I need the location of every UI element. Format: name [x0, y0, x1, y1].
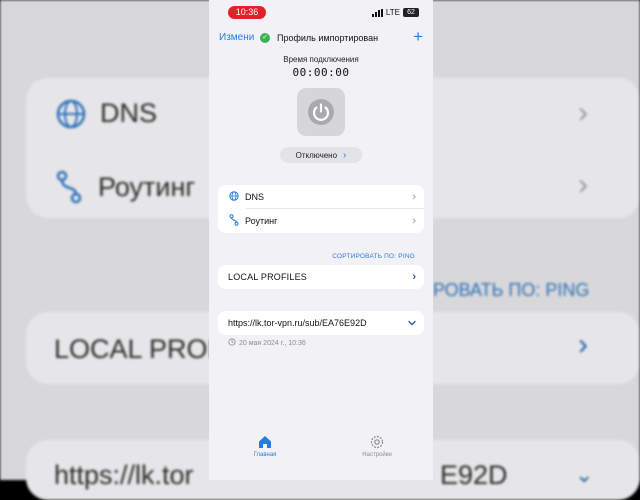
bg-routing-label: Роутинг — [98, 172, 196, 202]
imported-message: Профиль импортирован — [277, 33, 379, 43]
menu-item-routing[interactable]: Роутинг › — [218, 209, 424, 233]
clock-refresh-icon — [228, 338, 236, 348]
connection-time-label: Время подключения — [283, 55, 359, 64]
tab-home[interactable]: Главная — [225, 434, 305, 458]
signal-icon — [371, 8, 383, 17]
local-profiles-label: LOCAL PROFILES — [228, 272, 307, 282]
bg-local-label: LOCAL PROF — [54, 334, 225, 364]
bg-route-icon — [56, 170, 82, 204]
route-icon — [227, 213, 241, 229]
bg-dns-label: DNS — [100, 98, 158, 128]
status-indicators: LTE 62 — [371, 8, 419, 17]
phone-screen: 10:36 LTE 62 Измени ✓ Профиль импортиров… — [209, 0, 433, 480]
subscription-group: https://lk.tor-vpn.ru/sub/EA76E92D — [218, 311, 424, 335]
connection-timer: 00:00:00 — [292, 66, 350, 79]
bg-sort-label: РОВАТЬ ПО: PING — [433, 280, 590, 300]
battery-icon: 62 — [403, 8, 419, 17]
home-icon — [259, 436, 271, 448]
menu-item-label: DNS — [245, 192, 265, 202]
gear-icon — [370, 435, 384, 449]
local-profiles-item[interactable]: LOCAL PROFILES › — [218, 265, 424, 289]
subscription-updated: 20 мая 2024 г., 10:36 — [228, 338, 306, 348]
globe-icon — [227, 190, 241, 204]
chevron-right-icon: › — [412, 215, 416, 227]
checkmark-icon: ✓ — [260, 33, 270, 43]
menu-item-label: Роутинг — [245, 216, 278, 226]
tab-settings[interactable]: Настройки — [337, 434, 417, 458]
add-button[interactable]: + — [413, 27, 423, 47]
bg-url-left: https://lk.tor — [54, 460, 194, 490]
chevron-right-icon: › — [343, 149, 347, 161]
network-label: LTE — [385, 8, 400, 17]
power-button[interactable] — [297, 88, 345, 136]
connection-status-label: Отключено — [295, 150, 338, 160]
bg-url-right: E92D — [440, 460, 508, 490]
bg-chevron-icon: › — [578, 328, 588, 361]
status-bar: 10:36 LTE 62 — [209, 0, 433, 24]
status-time: 10:36 — [228, 6, 266, 19]
connection-status-button[interactable]: Отключено › — [280, 147, 362, 163]
bg-globe-icon — [56, 99, 86, 129]
chevron-right-icon: › — [412, 191, 416, 203]
bg-chevron-icon: › — [578, 168, 588, 201]
sort-button[interactable]: СОРТИРОВАТЬ ПО: PING — [332, 253, 415, 260]
subscription-item[interactable]: https://lk.tor-vpn.ru/sub/EA76E92D — [218, 311, 424, 335]
power-icon — [308, 99, 334, 125]
chevron-right-icon: › — [412, 271, 416, 283]
local-profiles-group: LOCAL PROFILES › — [218, 265, 424, 289]
subscription-url: https://lk.tor-vpn.ru/sub/EA76E92D — [228, 318, 367, 328]
updated-time: 20 мая 2024 г., 10:36 — [239, 339, 306, 347]
menu-item-dns[interactable]: DNS › — [218, 185, 424, 209]
bg-chevron-icon: › — [578, 96, 588, 129]
bg-chevron-down-icon: ⌄ — [575, 462, 594, 487]
edit-button[interactable]: Измени — [219, 32, 254, 43]
tab-bar: Главная Настройки — [209, 430, 433, 480]
settings-group: DNS › Роутинг › — [218, 185, 424, 233]
chevron-down-icon — [408, 318, 416, 328]
top-bar: Измени ✓ Профиль импортирован + — [209, 27, 433, 48]
tab-settings-label: Настройки — [362, 452, 392, 458]
tab-home-label: Главная — [253, 452, 277, 458]
